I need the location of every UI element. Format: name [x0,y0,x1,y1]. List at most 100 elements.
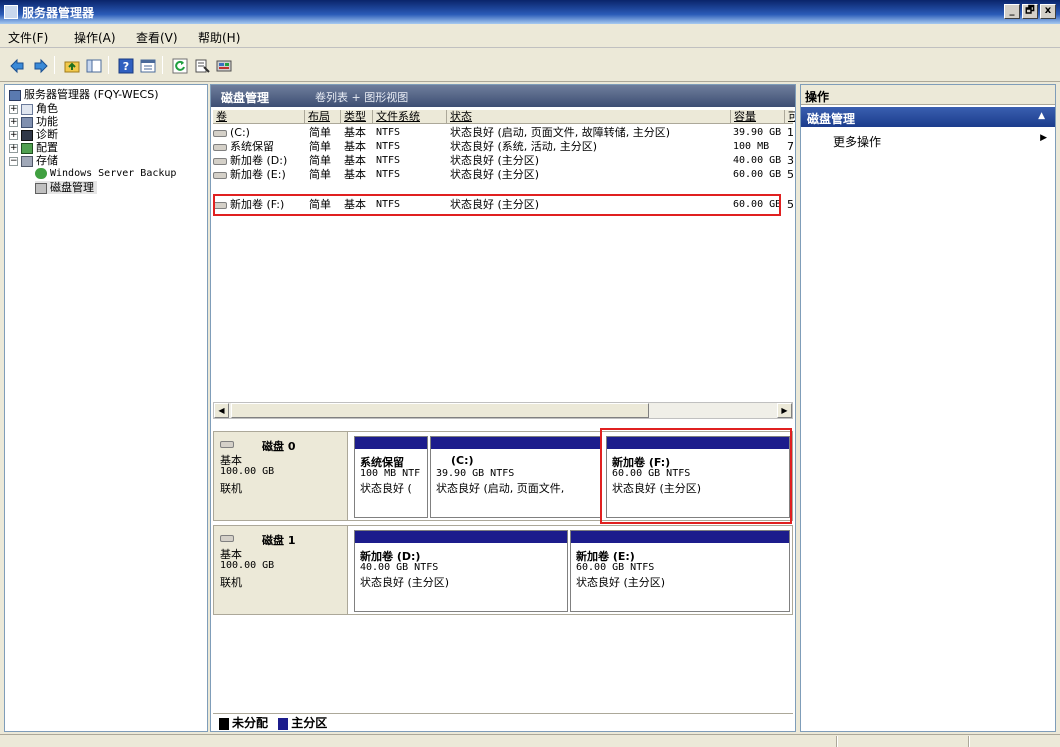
actions-section-disk-management[interactable]: 磁盘管理 ▲ [801,107,1055,127]
volume-filesystem: NTFS [376,169,401,180]
volume-type: 基本 [344,140,366,153]
volume-row[interactable]: (C:) 简单 基本 NTFS 状态良好 (启动, 页面文件, 故障转储, 主分… [213,126,794,140]
disk-0-panel[interactable]: 磁盘 0 基本 100.00 GB 联机 系统保留 100 MB NTF 状态良… [213,428,793,524]
disk-icon [220,535,234,542]
backup-icon [35,167,47,179]
restore-button[interactable]: 🗗 [1022,4,1038,19]
svg-text:?: ? [123,60,129,73]
tree-item-windows-server-backup[interactable]: Windows Server Backup [35,167,176,180]
tree-item-disk-management[interactable]: 磁盘管理 [35,181,97,194]
expand-icon[interactable]: + [9,130,18,140]
volume-layout: 简单 [309,154,331,167]
disk-1-info[interactable]: 磁盘 1 基本 100.00 GB 联机 [214,526,348,614]
disk-management-panel: 磁盘管理 卷列表 + 图形视图 卷 布局 类型 文件系统 状态 容量 可 (C:… [210,84,796,732]
volume-free: 7 [787,140,794,153]
tree-item-features[interactable]: + 功能 [9,115,58,128]
disk-name: 磁盘 0 [262,440,296,453]
disk-state: 联机 [220,482,242,495]
show-hide-tree-icon[interactable] [84,56,102,74]
disk-1-panel[interactable]: 磁盘 1 基本 100.00 GB 联机 新加卷 (D:) 40.00 GB N… [213,525,793,615]
volume-row[interactable]: 系统保留 简单 基本 NTFS 状态良好 (系统, 活动, 主分区) 100 M… [213,140,794,154]
scroll-right-icon[interactable]: ▶ [777,403,792,418]
submenu-arrow-icon[interactable]: ▶ [1040,133,1047,143]
roles-icon [21,103,33,115]
partition-status: 状态良好 (主分区) [576,576,666,589]
highlight-box-volume-f [213,194,781,216]
tree-item-diagnostics[interactable]: + 诊断 [9,128,58,141]
collapse-icon[interactable]: − [9,156,18,166]
menu-bar: 文件(F) 操作(A) 查看(V) 帮助(H) [0,24,1060,48]
volume-row[interactable]: 新加卷 (D:) 简单 基本 NTFS 状态良好 (主分区) 40.00 GB … [213,154,794,168]
disk-management-icon [35,182,47,194]
back-icon[interactable] [8,56,26,74]
tree-item-storage[interactable]: − 存储 [9,154,58,167]
volume-filesystem: NTFS [376,141,401,152]
partition-status: 状态良好 (启动, 页面文件, [436,482,565,495]
partition[interactable]: 系统保留 100 MB NTF 状态良好 ( [354,436,428,518]
console-view-icon[interactable] [138,56,156,74]
volume-filesystem: NTFS [376,155,401,166]
menu-action[interactable]: 操作(A) [74,29,116,46]
volume-name: 系统保留 [230,140,274,153]
disk-size: 100.00 GB [220,466,275,477]
column-status[interactable]: 状态 [447,110,731,124]
tree-item-roles[interactable]: + 角色 [9,102,58,115]
volume-status: 状态良好 (主分区) [450,168,540,181]
title-bar: 服务器管理器 _ 🗗 x [0,0,1060,24]
volume-capacity: 39.90 GB [733,127,782,138]
menu-help[interactable]: 帮助(H) [198,29,240,46]
volume-free: 5 [787,168,794,181]
column-capacity[interactable]: 容量 [731,110,785,124]
help-icon[interactable]: ? [116,56,134,74]
scroll-left-icon[interactable]: ◀ [214,403,229,418]
window-buttons: _ 🗗 x [1004,4,1056,19]
tree-item-configuration[interactable]: + 配置 [9,141,58,154]
volume-layout: 简单 [309,126,331,139]
collapse-up-icon[interactable]: ▲ [1038,111,1045,121]
scrollbar-thumb[interactable] [231,403,649,418]
tree-root[interactable]: 服务器管理器 (FQY-WECS) [9,88,159,101]
navigation-tree: 服务器管理器 (FQY-WECS) + 角色 + 功能 + 诊断 + 配置 − 存储 Wi… [4,84,208,732]
disk-0-info[interactable]: 磁盘 0 基本 100.00 GB 联机 [214,432,348,520]
partition[interactable]: (C:) 39.90 GB NTFS 状态良好 (启动, 页面文件, [430,436,602,518]
volume-capacity: 40.00 GB [733,155,782,166]
column-layout[interactable]: 布局 [305,110,341,124]
expand-icon[interactable]: + [9,143,18,153]
refresh-icon[interactable] [170,56,188,74]
volume-icon [213,129,227,137]
panel-title: 磁盘管理 [221,91,270,105]
actions-pane: 操作 磁盘管理 ▲ 更多操作 ▶ [800,84,1056,732]
horizontal-scrollbar[interactable]: ◀ ▶ [213,402,793,419]
menu-file[interactable]: 文件(F) [8,29,48,46]
disk-state: 联机 [220,576,242,589]
column-volume[interactable]: 卷 [213,110,305,124]
expand-icon[interactable]: + [9,104,18,114]
up-folder-icon[interactable] [62,56,80,74]
volume-status: 状态良好 (系统, 活动, 主分区) [450,140,598,153]
configuration-icon [21,142,33,154]
more-actions-item[interactable]: 更多操作 [833,133,881,150]
column-filesystem[interactable]: 文件系统 [373,110,447,124]
volume-name: (C:) [230,126,250,139]
expand-icon[interactable]: + [9,117,18,127]
properties-icon[interactable] [192,56,210,74]
minimize-button[interactable]: _ [1004,4,1020,19]
partition[interactable]: 新加卷 (E:) 60.00 GB NTFS 状态良好 (主分区) [570,530,790,612]
view-mode: 卷列表 + 图形视图 [315,91,409,104]
menu-view[interactable]: 查看(V) [136,29,178,46]
volume-layout: 简单 [309,168,331,181]
column-free[interactable]: 可 [785,110,795,124]
disk-settings-icon[interactable] [214,56,232,74]
legend: 未分配 主分区 [213,713,793,731]
partition[interactable]: 新加卷 (D:) 40.00 GB NTFS 状态良好 (主分区) [354,530,568,612]
forward-icon[interactable] [30,56,48,74]
volume-row[interactable]: 新加卷 (E:) 简单 基本 NTFS 状态良好 (主分区) 60.00 GB … [213,168,794,182]
legend-unallocated: 未分配 [232,716,269,730]
partition-size: 39.90 GB NTFS [436,468,515,479]
volume-status: 状态良好 (启动, 页面文件, 故障转储, 主分区) [450,126,671,139]
column-type[interactable]: 类型 [341,110,373,124]
partition-name: (C:) [451,454,474,467]
legend-primary-swatch [278,717,289,730]
close-button[interactable]: x [1040,4,1056,19]
volume-type: 基本 [344,168,366,181]
